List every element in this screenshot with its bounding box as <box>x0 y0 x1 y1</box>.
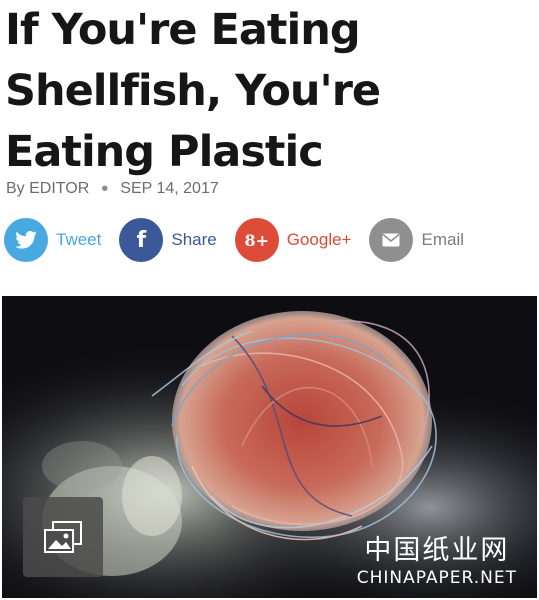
facebook-icon: f <box>119 218 164 262</box>
email-icon <box>369 218 414 262</box>
share-button-facebook[interactable]: f Share <box>119 218 217 262</box>
share-label-email: Email <box>421 230 464 249</box>
twitter-icon <box>4 218 48 262</box>
byline-separator: • <box>101 178 109 200</box>
article-headline: If You're Eating Shellfish, You're Eatin… <box>5 5 381 177</box>
watermark: 中国纸业网 CHINAPAPER.NET <box>357 535 517 589</box>
gallery-button[interactable] <box>23 497 103 577</box>
watermark-chinese: 中国纸业网 <box>364 535 510 566</box>
share-label-twitter: Tweet <box>56 230 102 249</box>
google-plus-icon: 8+ <box>234 218 279 262</box>
byline: By EDITOR • SEP 14, 2017 <box>6 178 219 200</box>
image-gallery-icon <box>44 521 82 553</box>
share-button-twitter[interactable]: Tweet <box>4 218 101 262</box>
byline-author[interactable]: By EDITOR <box>6 180 89 198</box>
share-button-email[interactable]: Email <box>369 218 464 262</box>
share-bar: Tweet f Share 8+ Google+ Email <box>4 218 482 262</box>
watermark-url: CHINAPAPER.NET <box>356 568 517 588</box>
share-label-google-plus: Google+ <box>286 230 352 249</box>
share-label-facebook: Share <box>171 230 217 249</box>
share-button-google-plus[interactable]: 8+ Google+ <box>234 218 352 262</box>
article: If You're Eating Shellfish, You're Eatin… <box>0 0 539 600</box>
byline-date: SEP 14, 2017 <box>120 180 219 197</box>
